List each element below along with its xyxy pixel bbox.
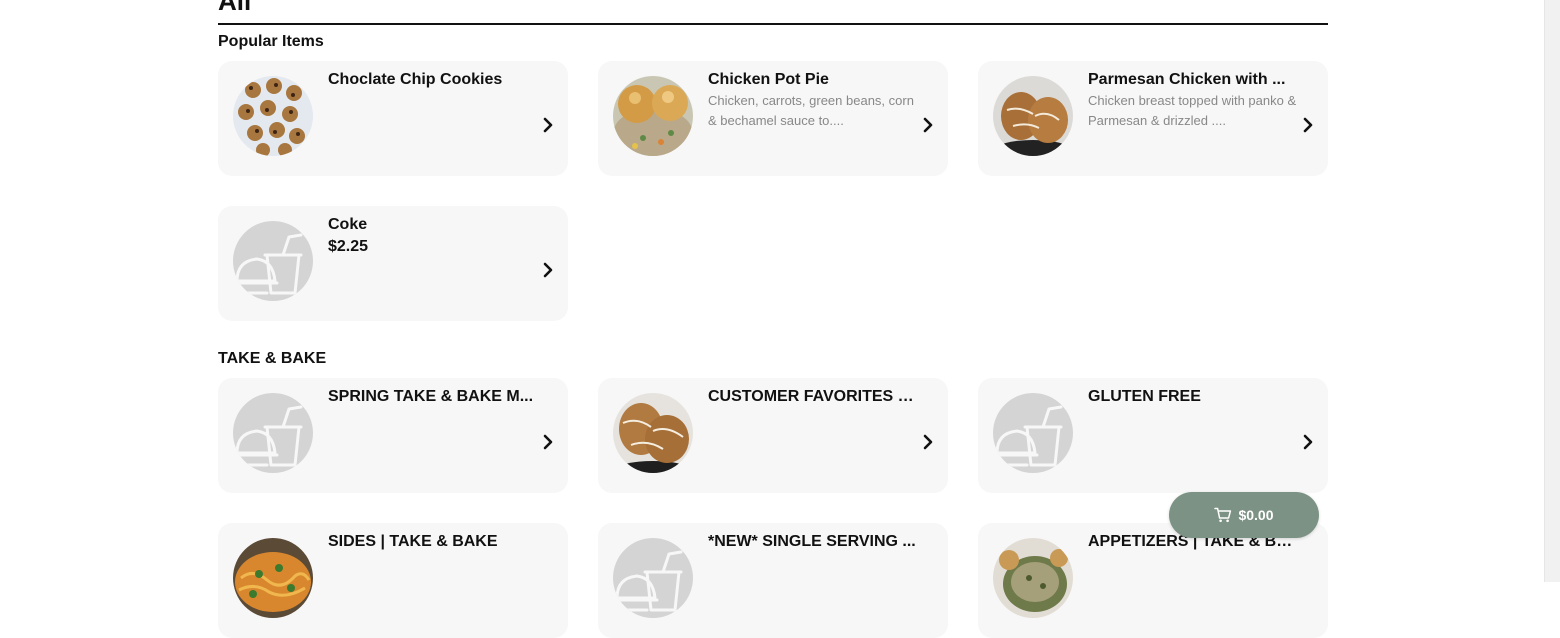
appetizers-image [993, 538, 1073, 618]
food-placeholder-icon [233, 221, 313, 301]
menu-card-name: GLUTEN FREE [1088, 388, 1201, 405]
customer-favorites-image [613, 393, 693, 473]
title-divider [218, 23, 1328, 25]
menu-card-sides[interactable]: SIDES | TAKE & BAKE [218, 523, 568, 638]
chevron-right-icon [1303, 117, 1313, 133]
menu-card-name: Parmesan Chicken with ... [1088, 71, 1286, 88]
menu-card-name: *NEW* SINGLE SERVING ... [708, 533, 916, 550]
page-title: All [218, 0, 252, 16]
menu-card-name: SPRING TAKE & BAKE M... [328, 388, 534, 405]
menu-card-chicken-pot-pie[interactable]: Chicken Pot Pie Chicken, carrots, green … [598, 61, 948, 176]
chevron-right-icon [543, 262, 553, 278]
menu-card-description: Chicken, carrots, green beans, corn & be… [708, 93, 914, 128]
food-placeholder-icon [613, 538, 693, 618]
section-title-take-and-bake: TAKE & BAKE [218, 350, 327, 367]
chicken-pot-pie-image [613, 76, 693, 156]
menu-card-description: Chicken breast topped with panko & Parme… [1088, 93, 1297, 128]
menu-card-name: CUSTOMER FAVORITES T... [708, 388, 918, 405]
chevron-right-icon [923, 117, 933, 133]
menu-card-appetizers[interactable]: APPETIZERS | TAKE & BA... [978, 523, 1328, 638]
food-placeholder-icon [993, 393, 1073, 473]
food-placeholder-icon [233, 393, 313, 473]
cookies-image [233, 76, 313, 156]
menu-card-name: Coke [328, 216, 368, 233]
menu-card-spring-take-and-bake[interactable]: SPRING TAKE & BAKE M... [218, 378, 568, 493]
chevron-right-icon [1303, 434, 1313, 450]
cart-button[interactable]: $0.00 [1169, 492, 1319, 538]
menu-card-name: Chicken Pot Pie [708, 71, 829, 88]
menu-card-cookies[interactable]: Choclate Chip Cookies [218, 61, 568, 176]
parmesan-chicken-image [993, 76, 1073, 156]
menu-card-name: SIDES | TAKE & BAKE [328, 533, 498, 550]
section-title-popular: Popular Items [218, 33, 324, 50]
menu-card-gluten-free[interactable]: GLUTEN FREE [978, 378, 1328, 493]
cart-total: $0.00 [1238, 507, 1274, 523]
sides-image [233, 538, 313, 618]
menu-card-customer-favorites[interactable]: CUSTOMER FAVORITES T... [598, 378, 948, 493]
chevron-right-icon [543, 117, 553, 133]
menu-card-price: $2.25 [328, 238, 369, 255]
chevron-right-icon [923, 434, 933, 450]
menu-card-coke[interactable]: Coke $2.25 [218, 206, 568, 321]
chevron-right-icon [543, 434, 553, 450]
page-scrollbar[interactable] [1544, 0, 1560, 582]
menu-card-single-serving[interactable]: *NEW* SINGLE SERVING ... [598, 523, 948, 638]
cart-icon [1214, 507, 1232, 523]
menu-card-name: Choclate Chip Cookies [328, 71, 503, 88]
menu-card-parmesan-chicken[interactable]: Parmesan Chicken with ... Chicken breast… [978, 61, 1328, 176]
